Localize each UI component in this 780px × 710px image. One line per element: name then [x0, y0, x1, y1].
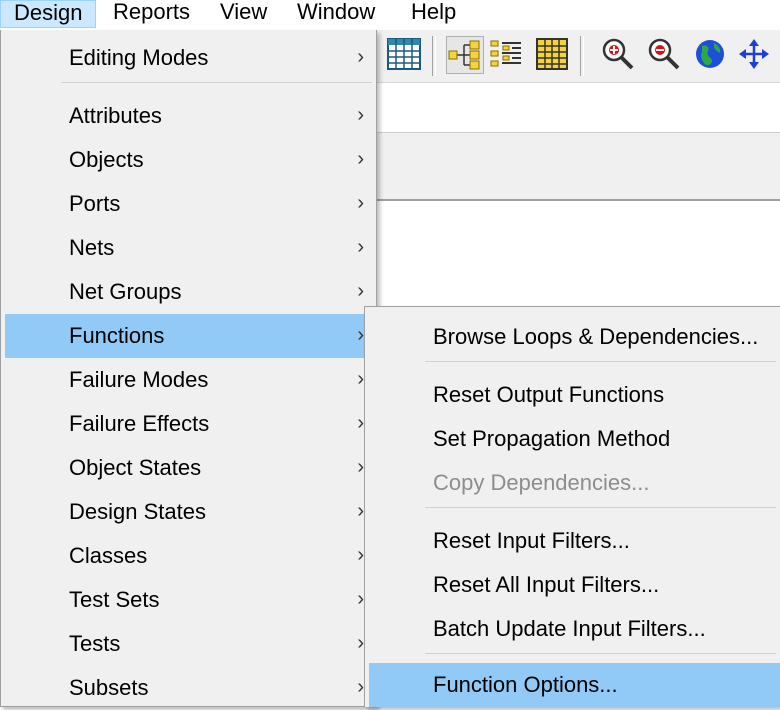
menu-window[interactable]: Window: [284, 0, 388, 28]
menu-item-objects[interactable]: Objects ›: [5, 138, 372, 182]
chevron-right-icon: ›: [357, 368, 364, 390]
menu-separator: [425, 361, 776, 362]
menu-item-label: Failure Effects: [69, 411, 210, 436]
chevron-right-icon: ›: [357, 456, 364, 478]
toolbar: [376, 30, 780, 83]
menu-item-label: Net Groups: [69, 279, 182, 304]
design-menu: Editing Modes › Attributes › Objects › P…: [0, 30, 377, 707]
toolbar-separator: [580, 36, 584, 76]
globe-icon[interactable]: [692, 36, 728, 72]
chevron-right-icon: ›: [357, 46, 364, 68]
menu-item-failure-effects[interactable]: Failure Effects ›: [5, 402, 372, 446]
menu-item-object-states[interactable]: Object States ›: [5, 446, 372, 490]
list-tree-icon[interactable]: [488, 36, 524, 72]
chevron-right-icon: ›: [357, 104, 364, 126]
menu-item-label: Functions: [69, 323, 165, 348]
hierarchy-tree-icon[interactable]: [446, 36, 484, 74]
menu-item-reset-output-functions[interactable]: Reset Output Functions: [369, 373, 776, 417]
menu-item-ports[interactable]: Ports ›: [5, 182, 372, 226]
menu-item-label: Browse Loops & Dependencies...: [433, 324, 759, 349]
chevron-right-icon: ›: [357, 280, 364, 302]
menu-help[interactable]: Help: [398, 0, 469, 28]
toolbar-separator: [432, 36, 436, 76]
menu-item-test-sets[interactable]: Test Sets ›: [5, 578, 372, 622]
menu-item-nets[interactable]: Nets ›: [5, 226, 372, 270]
menu-item-design-states[interactable]: Design States ›: [5, 490, 372, 534]
panel-header: [376, 133, 780, 201]
menu-item-label: Reset Output Functions: [433, 382, 665, 407]
menu-item-net-groups[interactable]: Net Groups ›: [5, 270, 372, 314]
menu-item-label: Batch Update Input Filters...: [433, 616, 706, 641]
address-bar-area: [376, 84, 780, 133]
menu-item-label: Objects: [69, 147, 144, 172]
menu-item-label: Editing Modes: [69, 45, 209, 70]
menu-item-functions[interactable]: Functions ›: [5, 314, 372, 358]
menu-item-label: Subsets: [69, 675, 149, 700]
chevron-right-icon: ›: [357, 588, 364, 610]
menu-separator: [425, 653, 776, 654]
menu-item-editing-modes[interactable]: Editing Modes ›: [5, 36, 372, 80]
menu-item-label: Nets: [69, 235, 115, 260]
menu-item-set-propagation-method[interactable]: Set Propagation Method: [369, 417, 776, 461]
menu-separator: [425, 507, 776, 508]
menu-item-subsets[interactable]: Subsets ›: [5, 666, 372, 710]
menu-item-attributes[interactable]: Attributes ›: [5, 94, 372, 138]
menu-item-label: Attributes: [69, 103, 162, 128]
menu-item-reset-input-filters[interactable]: Reset Input Filters...: [369, 519, 776, 563]
menu-item-label: Copy Dependencies...: [433, 470, 650, 495]
grid-table-icon[interactable]: [534, 36, 570, 72]
menu-item-failure-modes[interactable]: Failure Modes ›: [5, 358, 372, 402]
chevron-right-icon: ›: [357, 148, 364, 170]
menu-item-label: Reset Input Filters...: [433, 528, 630, 553]
menu-item-label: Test Sets: [69, 587, 160, 612]
menu-item-batch-update-input-filters[interactable]: Batch Update Input Filters...: [369, 607, 776, 651]
chevron-right-icon: ›: [357, 192, 364, 214]
menu-item-reset-all-input-filters[interactable]: Reset All Input Filters...: [369, 563, 776, 607]
menu-separator: [61, 82, 372, 83]
chevron-right-icon: ›: [357, 500, 364, 522]
chevron-right-icon: ›: [357, 324, 364, 346]
menu-item-label: Object States: [69, 455, 202, 480]
zoom-in-icon[interactable]: [600, 36, 636, 72]
menu-bar: Design Reports View Window Help: [0, 0, 780, 28]
chevron-right-icon: ›: [357, 412, 364, 434]
menu-view[interactable]: View: [207, 0, 280, 28]
menu-item-classes[interactable]: Classes ›: [5, 534, 372, 578]
menu-item-browse-loops[interactable]: Browse Loops & Dependencies...: [369, 315, 776, 359]
menu-item-label: Tests: [69, 631, 121, 656]
menu-reports[interactable]: Reports: [100, 0, 203, 28]
menu-item-label: Reset All Input Filters...: [433, 572, 660, 597]
zoom-out-icon[interactable]: [646, 36, 682, 72]
menu-item-label: Classes: [69, 543, 148, 568]
pan-arrows-icon[interactable]: [736, 36, 772, 72]
functions-submenu: Browse Loops & Dependencies... Reset Out…: [364, 306, 780, 707]
menu-item-copy-dependencies: Copy Dependencies...: [369, 461, 776, 505]
chevron-right-icon: ›: [357, 632, 364, 654]
menu-design[interactable]: Design: [0, 0, 97, 28]
menu-item-label: Failure Modes: [69, 367, 209, 392]
chevron-right-icon: ›: [357, 676, 364, 698]
chevron-right-icon: ›: [357, 544, 364, 566]
menu-item-label: Function Options...: [433, 672, 618, 697]
menu-item-label: Ports: [69, 191, 121, 216]
menu-item-label: Set Propagation Method: [433, 426, 671, 451]
menu-item-label: Design States: [69, 499, 206, 524]
menu-item-function-options[interactable]: Function Options...: [369, 663, 780, 707]
chevron-right-icon: ›: [357, 236, 364, 258]
table-icon[interactable]: [386, 36, 422, 72]
menu-item-tests[interactable]: Tests ›: [5, 622, 372, 666]
